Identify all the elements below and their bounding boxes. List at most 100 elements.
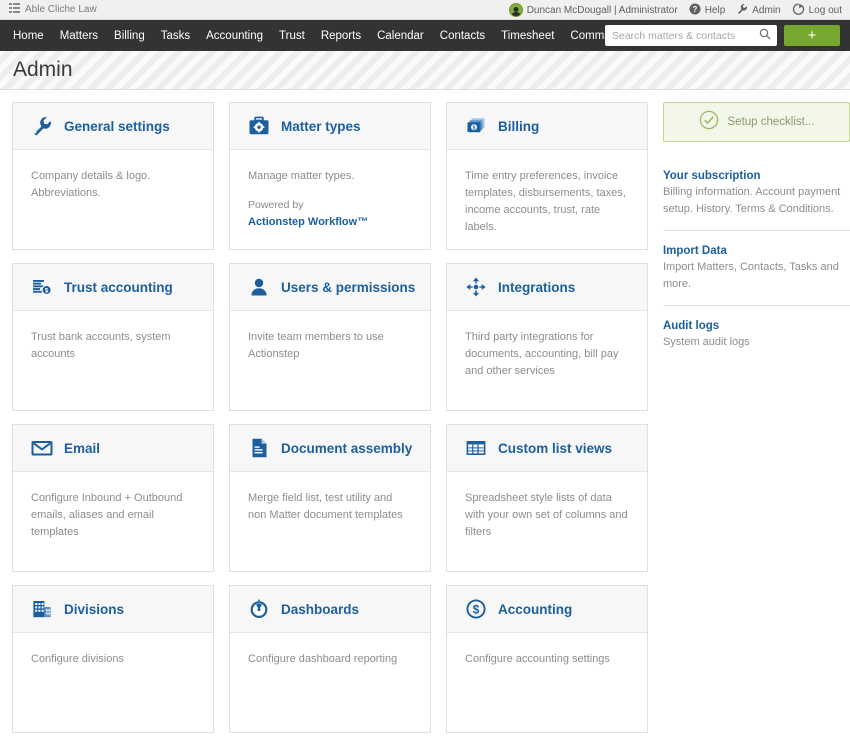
card-body: Configure Inbound + Outbound emails, ali… [13,472,213,541]
setup-checklist-button[interactable]: Setup checklist... [662,102,850,142]
card-email[interactable]: Email Configure Inbound + Outbound email… [12,424,214,572]
utility-bar-right: Duncan McDougall | Administrator ? Help … [508,0,842,20]
nav-item-timesheet[interactable]: Timesheet [501,30,554,42]
sidebar-link-description: Billing information. Account payment set… [662,186,841,215]
logout-link[interactable]: Log out [792,3,842,18]
trust-coins-icon: $ [31,276,53,298]
logout-label: Log out [808,4,842,16]
card-header: $ Trust accounting [13,264,213,311]
card-divisions[interactable]: Divisions Configure divisions [12,585,214,733]
brand[interactable]: Able Cliche Law [9,3,97,16]
card-body: Invite team members to use Actionstep [230,311,430,363]
card-header: Email [13,425,213,472]
utility-bar: Able Cliche Law Duncan McDougall | Admin… [0,0,850,20]
card-body: Merge field list, test utility and non M… [230,472,430,524]
integrations-arrows-icon [465,276,487,298]
card-description: Configure accounting settings [465,653,610,665]
add-button[interactable]: + [784,25,840,46]
nav-items: Home Matters Billing Tasks Accounting Tr… [13,30,662,42]
card-document-assembly[interactable]: Document assembly Merge field list, test… [229,424,431,572]
card-users-permissions[interactable]: Users & permissions Invite team members … [229,263,431,411]
powered-by-label: Powered by [248,199,304,212]
check-circle-icon [699,110,719,135]
card-body: Time entry preferences, invoice template… [447,150,647,236]
card-header: $ Billing [447,103,647,150]
help-link[interactable]: ? Help [689,3,726,18]
card-matter-types[interactable]: Matter types Manage matter types. Powere… [229,102,431,250]
card-description: Company details & logo. Abbreviations. [31,170,151,200]
card-header: Dashboards [230,586,430,633]
nav-item-accounting[interactable]: Accounting [206,30,263,42]
nav-item-billing[interactable]: Billing [114,30,145,42]
nav-item-calendar[interactable]: Calendar [377,30,424,42]
card-billing[interactable]: $ Billing Time entry preferences, invoic… [446,102,648,250]
sidebar-link-audit-logs[interactable]: Audit logs System audit logs [662,305,850,364]
gauge-icon [248,598,270,620]
card-custom-list-views[interactable]: Custom list views Spreadsheet style list… [446,424,648,572]
nav-item-reports[interactable]: Reports [321,30,361,42]
card-title: Matter types [281,118,361,134]
sidebar-link-title: Your subscription [662,170,761,182]
card-title: Users & permissions [281,279,416,295]
card-description: Manage matter types. [248,170,355,182]
card-header: $ Accounting [447,586,647,633]
card-description: Time entry preferences, invoice template… [465,170,626,234]
card-title: Document assembly [281,440,413,456]
sidebar-link-import-data[interactable]: Import Data Import Matters, Contacts, Ta… [662,230,850,305]
user-menu[interactable]: Duncan McDougall | Administrator [508,3,678,17]
admin-cards-column: General settings Company details & logo.… [12,102,650,733]
card-title: Custom list views [498,440,613,456]
sidebar-link-your-subscription[interactable]: Your subscription Billing information. A… [663,156,850,230]
nav-right: + [605,20,840,51]
sidebar-link-title: Audit logs [662,320,720,332]
sidebar-link-title: Import Data [662,245,727,257]
building-icon [31,598,53,620]
wrench-icon [31,115,53,137]
card-accounting[interactable]: $ Accounting Configure accounting settin… [446,585,648,733]
card-description: Third party integrations for documents, … [465,331,619,378]
list-icon [9,3,20,16]
search-wrap [605,25,777,46]
card-title: Trust accounting [64,279,173,295]
table-grid-icon [465,437,487,459]
card-header: Divisions [13,586,213,633]
card-title: General settings [64,118,170,134]
nav-item-contacts[interactable]: Contacts [440,30,485,42]
admin-link[interactable]: Admin [736,3,781,18]
help-icon: ? [689,3,701,18]
admin-card-grid: General settings Company details & logo.… [12,102,650,733]
card-integrations[interactable]: Integrations Third party integrations fo… [446,263,648,411]
card-title: Integrations [498,279,576,295]
svg-text:$: $ [473,126,476,132]
nav-item-tasks[interactable]: Tasks [161,30,190,42]
wrench-icon [736,3,748,18]
search-input[interactable] [605,25,777,46]
brand-label: Able Cliche Law [25,4,97,15]
card-description: Configure dashboard reporting [248,653,398,665]
powered-by-product: Actionstep Workflow™ [248,215,369,228]
main-content: General settings Company details & logo.… [0,90,850,733]
document-assembly-icon [248,437,270,459]
card-description: Trust bank accounts, system accounts [31,331,171,361]
powered-by-block: Powered by Actionstep Workflow™ [248,198,413,230]
card-title: Accounting [498,601,573,617]
page-title: Admin [13,58,73,81]
card-body: Spreadsheet style lists of data with you… [447,472,647,541]
help-label: Help [704,4,726,16]
card-dashboards[interactable]: Dashboards Configure dashboard reporting [229,585,431,733]
card-title: Divisions [64,601,125,617]
sidebar-link-description: Import Matters, Contacts, Tasks and more… [662,261,839,290]
card-trust-accounting[interactable]: $ Trust accounting Trust bank accounts, … [12,263,214,411]
card-body: Company details & logo. Abbreviations. [13,150,213,202]
admin-label: Admin [752,4,781,16]
card-description: Configure Inbound + Outbound emails, ali… [31,492,183,539]
nav-item-home[interactable]: Home [13,30,44,42]
sidebar-link-description: System audit logs [662,336,750,348]
briefcase-gear-icon [248,115,270,137]
nav-item-matters[interactable]: Matters [60,30,98,42]
card-general-settings[interactable]: General settings Company details & logo.… [12,102,214,250]
nav-item-trust[interactable]: Trust [279,30,305,42]
card-title: Email [64,440,101,456]
card-description: Merge field list, test utility and non M… [248,492,403,522]
user-icon [248,276,270,298]
